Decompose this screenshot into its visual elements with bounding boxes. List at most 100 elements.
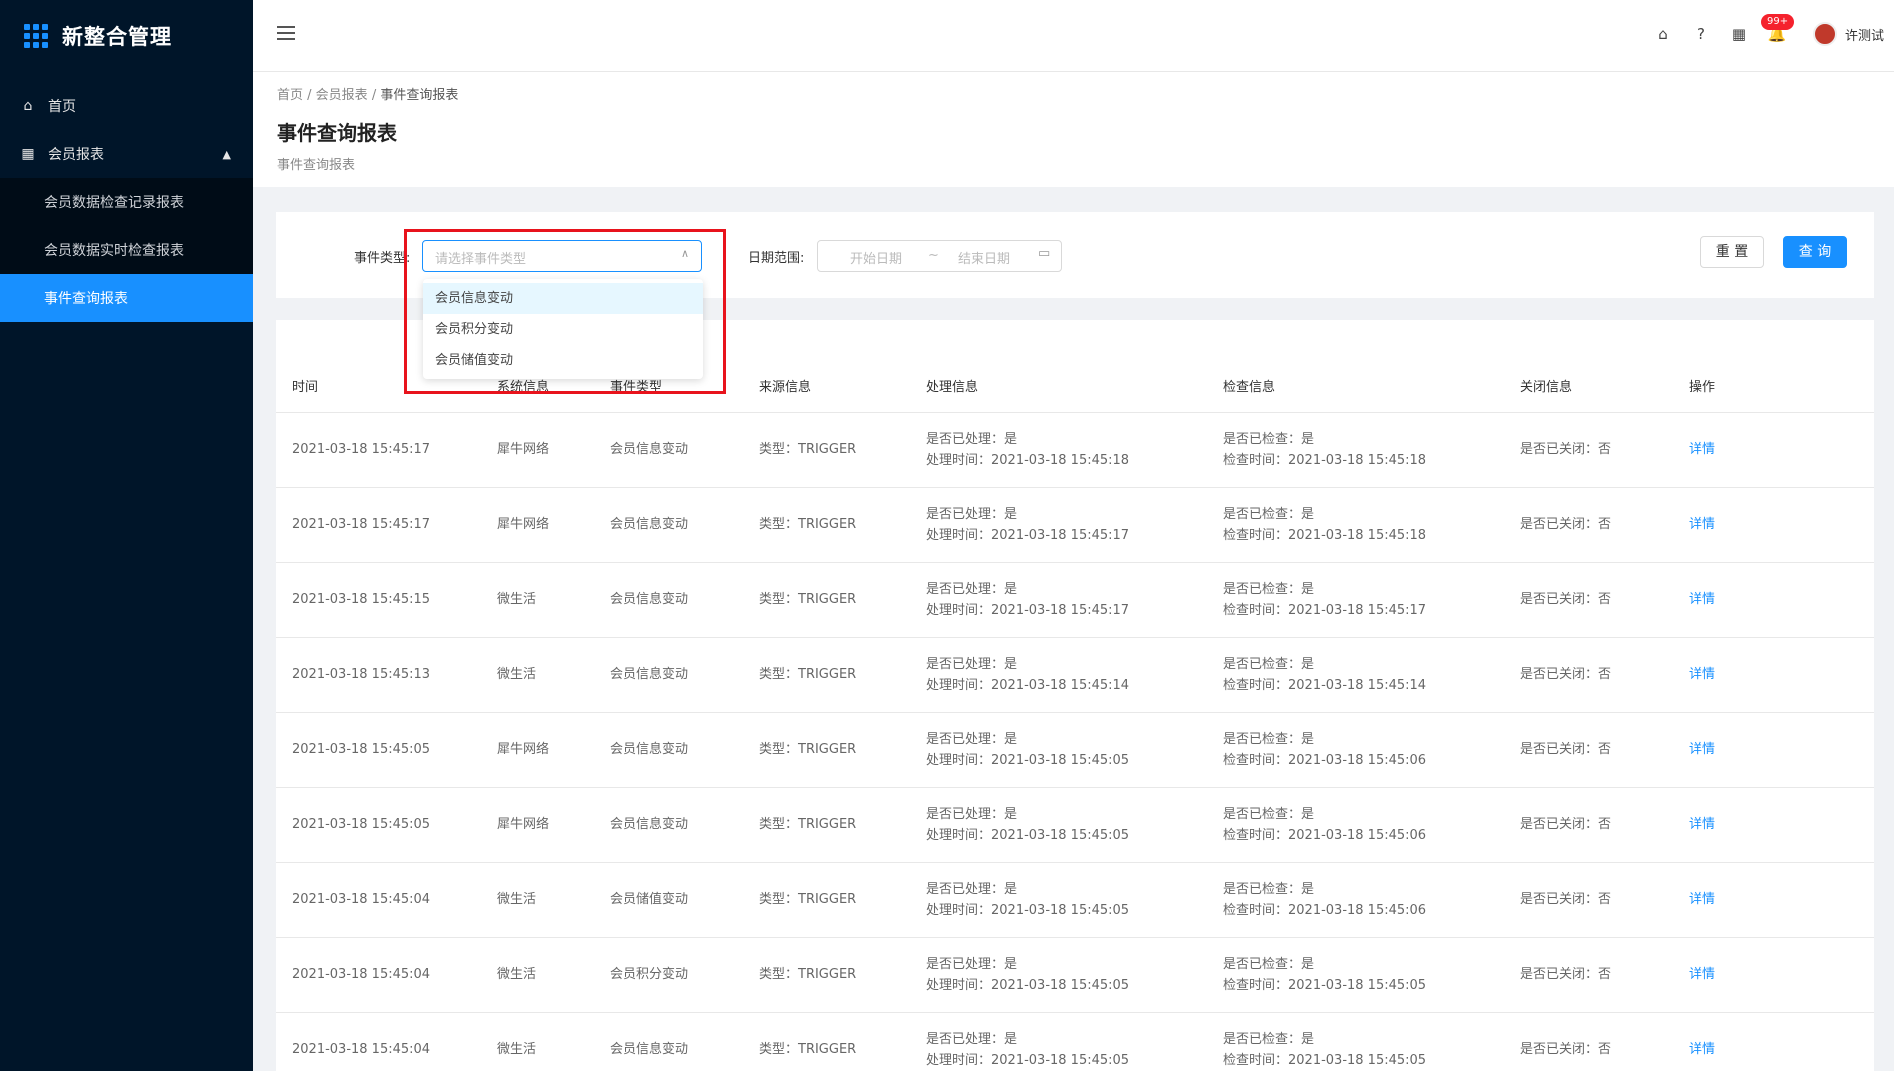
date-separator: ~ (928, 248, 939, 263)
detail-link[interactable]: 详情 (1673, 562, 1874, 638)
home-icon: ⌂ (23, 98, 33, 114)
check-time: 检查时间：2021-03-18 15:45:17 (1223, 602, 1427, 618)
table-row: 2021-03-18 15:45:05 犀牛网络 会员信息变动 类型：TRIGGER 是… (276, 787, 1874, 863)
detail-link[interactable]: 详情 (1673, 712, 1874, 788)
cell-source: 类型：TRIGGER (743, 562, 910, 638)
home-icon[interactable]: ⌂ (1653, 24, 1673, 44)
cell-event-type: 会员信息变动 (594, 712, 743, 788)
cell-event-type: 会员积分变动 (594, 937, 743, 1013)
process-status: 是否已处理：是 (926, 731, 1018, 747)
date-range-picker[interactable]: 开始日期 ~ 结束日期 ▭ (817, 240, 1062, 272)
process-time: 处理时间：2021-03-18 15:45:18 (926, 452, 1130, 468)
detail-link[interactable]: 详情 (1673, 787, 1874, 863)
cell-system: 微生活 (481, 1012, 594, 1071)
app-grid-icon (24, 24, 48, 48)
avatar[interactable] (1812, 22, 1837, 46)
process-time: 处理时间：2021-03-18 15:45:05 (926, 752, 1130, 768)
table-row: 2021-03-18 15:45:17 犀牛网络 会员信息变动 类型：TRIGGER 是… (276, 487, 1874, 563)
cell-process-info: 是否已处理：是 处理时间：2021-03-18 15:45:17 (910, 562, 1207, 638)
check-time: 检查时间：2021-03-18 15:45:18 (1223, 527, 1427, 543)
column-header: 关闭信息 (1504, 360, 1673, 413)
calendar-icon: ▭ (1038, 246, 1051, 261)
detail-link[interactable]: 详情 (1673, 1012, 1874, 1071)
sidebar-item-member-reports[interactable]: ▦ 会员报表 ▲ (0, 130, 253, 178)
check-time: 检查时间：2021-03-18 15:45:18 (1223, 452, 1427, 468)
sidebar-item-realtime-check-report[interactable]: 会员数据实时检查报表 (0, 226, 253, 274)
detail-link[interactable]: 详情 (1673, 937, 1874, 1013)
process-time: 处理时间：2021-03-18 15:45:17 (926, 602, 1130, 618)
reset-button[interactable]: 重 置 (1700, 236, 1764, 268)
cell-check-info: 是否已检查：是检查时间：2021-03-18 15:45:18 (1207, 487, 1504, 563)
check-time: 检查时间：2021-03-18 15:45:06 (1223, 827, 1427, 843)
cell-close-info: 是否已关闭：否 (1504, 637, 1673, 713)
sidebar-submenu: 会员数据检查记录报表 会员数据实时检查报表 事件查询报表 (0, 178, 253, 322)
process-time: 处理时间：2021-03-18 15:45:05 (926, 827, 1130, 843)
check-time: 检查时间：2021-03-18 15:45:05 (1223, 1052, 1427, 1068)
cell-system: 犀牛网络 (481, 487, 594, 563)
sidebar-item-label: 会员数据检查记录报表 (44, 195, 184, 211)
menu-fold-icon[interactable] (277, 26, 295, 42)
cell-check-info: 是否已检查：是 检查时间：2021-03-18 15:45:06 (1207, 712, 1504, 788)
cell-check-info: 是否已检查：是 检查时间：2021-03-18 15:45:05 (1207, 1012, 1504, 1071)
cell-system: 微生活 (481, 937, 594, 1013)
breadcrumb-item[interactable]: 会员报表 (316, 88, 368, 103)
cell-source: 类型：TRIGGER (743, 862, 910, 938)
sidebar-item-label: 会员数据实时检查报表 (44, 243, 184, 259)
brand[interactable]: 新整合管理 (0, 0, 253, 72)
cell-time: 2021-03-18 15:45:15 (276, 562, 481, 638)
breadcrumb-separator: / (307, 88, 316, 103)
cell-time: 2021-03-18 15:45:17 (276, 412, 481, 488)
cell-source: 类型：TRIGGER (743, 637, 910, 713)
page-subtitle: 事件查询报表 (277, 158, 356, 173)
apps-icon[interactable]: ▦ (1729, 24, 1749, 44)
cell-close-info: 是否已关闭：否 (1504, 712, 1673, 788)
cell-event-type: 会员信息变动 (594, 637, 743, 713)
breadcrumb-item[interactable]: 首页 (277, 88, 303, 103)
process-time: 处理时间：2021-03-18 15:45:05 (926, 902, 1130, 918)
cell-check-info: 是否已检查：是 检查时间：2021-03-18 15:45:18 (1207, 412, 1504, 488)
cell-source: 类型：TRIGGER (743, 487, 910, 563)
end-date-input[interactable]: 结束日期 (958, 248, 1010, 267)
cell-process-info: 是否已处理：是处理时间：2021-03-18 15:45:05 (910, 712, 1207, 788)
sidebar-item-label: 事件查询报表 (44, 291, 128, 307)
process-status: 是否已处理：是 (926, 881, 1018, 897)
process-status: 是否已处理：是 (926, 656, 1018, 672)
process-time: 处理时间：2021-03-18 15:45:17 (926, 527, 1130, 543)
detail-link[interactable]: 详情 (1673, 637, 1874, 713)
cell-process-info: 是否已处理：是 处理时间：2021-03-18 15:45:17 (910, 487, 1207, 563)
cell-close-info: 是否已关闭：否 (1504, 562, 1673, 638)
cell-system: 犀牛网络 (481, 412, 594, 488)
cell-process-info: 是否已处理：是 处理时间：2021-03-18 15:45:14 (910, 637, 1207, 713)
process-status: 是否已处理：是 (926, 956, 1018, 972)
cell-close-info: 是否已关闭：否 (1504, 1012, 1673, 1071)
start-date-input[interactable]: 开始日期 (850, 248, 902, 267)
cell-check-info: 是否已检查：是 检查时间：2021-03-18 15:45:06 (1207, 787, 1504, 863)
help-icon[interactable]: ? (1691, 24, 1711, 44)
bell-icon[interactable]: 🔔 99+ (1760, 14, 1795, 44)
sidebar-item-event-query-report[interactable]: 事件查询报表 (0, 274, 253, 322)
cell-source: 类型：TRIGGER (743, 412, 910, 488)
cell-event-type: 会员信息变动 (594, 412, 743, 488)
cell-close-info: 是否已关闭：否 (1504, 937, 1673, 1013)
detail-link[interactable]: 详情 (1673, 412, 1874, 488)
cell-event-type: 会员信息变动 (594, 787, 743, 863)
cell-time: 2021-03-18 15:45:17 (276, 487, 481, 563)
check-status: 是否已检查：是 (1223, 581, 1315, 597)
cell-source: 类型：TRIGGER (743, 787, 910, 863)
sidebar-item-check-record-report[interactable]: 会员数据检查记录报表 (0, 178, 253, 226)
detail-link[interactable]: 详情 (1673, 862, 1874, 938)
date-range-label: 日期范围: (748, 251, 805, 266)
sidebar-item-home[interactable]: ⌂ 首页 (0, 82, 253, 130)
detail-link[interactable]: 详情 (1673, 487, 1874, 563)
process-status: 是否已处理：是 (926, 1031, 1018, 1047)
check-time: 检查时间：2021-03-18 15:45:06 (1223, 752, 1427, 768)
query-button[interactable]: 查 询 (1783, 236, 1847, 268)
cell-time: 2021-03-18 15:45:13 (276, 637, 481, 713)
column-header: 来源信息 (743, 360, 910, 413)
cell-event-type: 会员储值变动 (594, 862, 743, 938)
check-status: 是否已检查：是 (1223, 506, 1315, 522)
cell-time: 2021-03-18 15:45:05 (276, 712, 481, 788)
table-row: 2021-03-18 15:45:05 犀牛网络 会员信息变动 类型：TRIGGER 是… (276, 712, 1874, 788)
column-header: 处理信息 (910, 360, 1207, 413)
user-name[interactable]: 许测试 (1845, 25, 1884, 44)
